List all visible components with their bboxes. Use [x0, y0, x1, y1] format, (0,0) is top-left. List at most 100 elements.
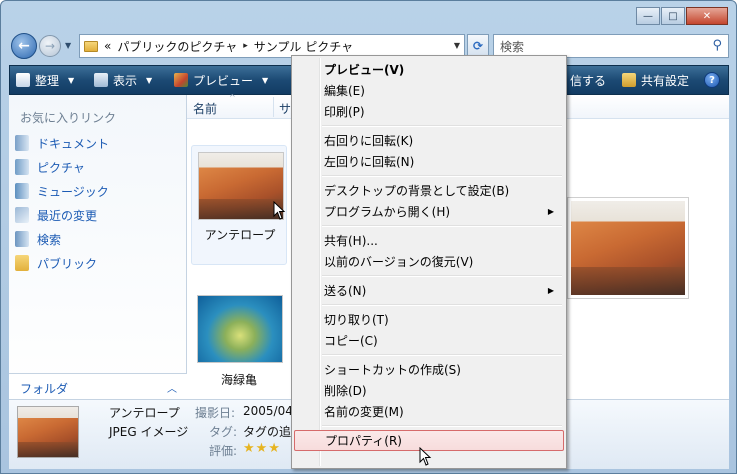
- folders-label: フォルダ: [20, 382, 69, 396]
- submenu-arrow-icon: ▶: [547, 286, 554, 295]
- minimize-button[interactable]: —: [636, 7, 660, 25]
- organize-label: 整理: [35, 73, 60, 88]
- nav-item-label: ドキュメント: [37, 136, 110, 151]
- breadcrumb-sample-pictures[interactable]: サンプル ピクチャ: [254, 38, 353, 55]
- nav-item-label: パブリック: [37, 256, 98, 271]
- menu-item[interactable]: 以前のバージョンの復元(V): [294, 251, 564, 272]
- rating-label: 評価:: [209, 444, 238, 458]
- nav-item-label: 最近の変更: [37, 208, 98, 223]
- nav-item-pictures[interactable]: ピクチャ: [15, 157, 85, 177]
- address-dropdown-icon[interactable]: ▼: [454, 41, 460, 50]
- details-thumbnail: [17, 406, 79, 458]
- menu-item-label: デスクトップの背景として設定(B): [324, 184, 510, 198]
- document-icon: [15, 135, 29, 151]
- preview-thumbnail[interactable]: [567, 197, 689, 299]
- nav-item-label: 検索: [37, 232, 62, 247]
- search-folder-icon: [15, 231, 29, 247]
- menu-item[interactable]: 切り取り(T): [294, 309, 564, 330]
- menu-item[interactable]: ショートカットの作成(S): [294, 359, 564, 380]
- menu-item[interactable]: 名前の変更(M): [294, 401, 564, 422]
- details-name: アンテロープ: [109, 406, 180, 420]
- column-size[interactable]: サ: [279, 100, 291, 117]
- recent-pages-dropdown[interactable]: ▼: [65, 41, 71, 50]
- chevron-up-icon: ︿: [167, 384, 177, 395]
- menu-item[interactable]: 削除(D): [294, 380, 564, 401]
- menu-item[interactable]: 共有(H)...: [294, 230, 564, 251]
- file-name: 海緑亀: [220, 373, 257, 387]
- forward-button[interactable]: →: [39, 35, 61, 57]
- breadcrumb-public-pictures[interactable]: パブリックのピクチャ: [117, 38, 237, 55]
- menu-item-label: プログラムから開く(H): [324, 205, 451, 219]
- menu-item[interactable]: 印刷(P): [294, 101, 564, 122]
- menu-item-label: ショートカットの作成(S): [324, 363, 461, 377]
- close-button[interactable]: ✕: [686, 7, 728, 25]
- preview-button[interactable]: プレビュー ▼: [174, 66, 268, 94]
- nav-item-recent[interactable]: 最近の変更: [15, 205, 97, 225]
- preview-image: [571, 201, 685, 295]
- menu-item-label: 送る(N): [324, 284, 367, 298]
- share-settings-button[interactable]: 共有設定: [622, 66, 689, 94]
- pictures-icon: [15, 159, 29, 175]
- menu-item-label: 左回りに回転(N): [324, 155, 415, 169]
- file-item-sea-turtle[interactable]: 海緑亀: [191, 289, 287, 409]
- back-button[interactable]: ←: [11, 33, 37, 59]
- folders-bar[interactable]: フォルダ ︿: [9, 373, 187, 399]
- preview-icon: [174, 73, 188, 87]
- public-folder-icon: [15, 255, 29, 271]
- organize-icon: [16, 73, 30, 87]
- details-type: JPEG イメージ: [109, 425, 189, 439]
- breadcrumb-separator-icon[interactable]: ▸: [243, 41, 248, 51]
- menu-separator: [322, 125, 562, 127]
- menu-item[interactable]: プレビュー(V): [294, 59, 564, 80]
- column-divider[interactable]: [273, 97, 274, 117]
- nav-item-public[interactable]: パブリック: [15, 253, 97, 273]
- favorite-links-heading: お気に入りリンク: [20, 111, 117, 125]
- menu-item-label: コピー(C): [324, 334, 378, 348]
- nav-item-label: ミュージック: [37, 184, 109, 199]
- nav-item-music[interactable]: ミュージック: [15, 181, 109, 201]
- menu-item[interactable]: コピー(C): [294, 330, 564, 351]
- breadcrumb-overflow[interactable]: «: [104, 39, 111, 53]
- menu-item[interactable]: デスクトップの背景として設定(B): [294, 180, 564, 201]
- nav-item-documents[interactable]: ドキュメント: [15, 133, 109, 153]
- context-menu: プレビュー(V) 編集(E) 印刷(P) 右回りに回転(K) 左回りに回転(N) デスクト…: [291, 55, 567, 469]
- date-value[interactable]: 2005/04/: [243, 404, 297, 418]
- submenu-arrow-icon: ▶: [547, 207, 554, 216]
- date-label: 撮影日:: [195, 406, 236, 420]
- menu-item[interactable]: 編集(E): [294, 80, 564, 101]
- menu-item-label: 右回りに回転(K): [324, 134, 414, 148]
- menu-item-label: プレビュー(V): [324, 63, 405, 77]
- help-icon[interactable]: ?: [704, 72, 720, 88]
- rating-stars[interactable]: ★★★: [243, 441, 281, 456]
- menu-item-label: 名前の変更(M): [324, 405, 404, 419]
- nav-item-search[interactable]: 検索: [15, 229, 61, 249]
- menu-item[interactable]: プログラムから開く(H) ▶: [294, 201, 564, 222]
- tags-label: タグ:: [209, 425, 238, 439]
- search-icon[interactable]: ⚲: [712, 38, 722, 53]
- folder-icon: [84, 40, 98, 52]
- file-name: アンテロープ: [204, 228, 276, 242]
- tags-value[interactable]: タグの追: [243, 423, 291, 440]
- column-name[interactable]: 名前: [193, 100, 217, 117]
- sea-turtle-thumbnail: [197, 295, 283, 363]
- caption-buttons: — □ ✕: [636, 7, 728, 25]
- maximize-button[interactable]: □: [661, 7, 685, 25]
- search-placeholder: 検索: [500, 39, 525, 54]
- chevron-down-icon: ▼: [68, 75, 75, 85]
- menu-item-label: 削除(D): [324, 384, 367, 398]
- share-icon: [622, 73, 636, 87]
- menu-item[interactable]: 右回りに回転(K): [294, 130, 564, 151]
- navigation-pane: お気に入りリンク ドキュメント ピクチャ ミュージック 最近の変更 検索 パブリ…: [9, 95, 187, 399]
- menu-item-label: 共有(H)...: [324, 234, 378, 248]
- view-button[interactable]: 表示 ▼: [94, 66, 152, 94]
- menu-item-label: 編集(E): [324, 84, 365, 98]
- chevron-down-icon: ▼: [146, 75, 153, 85]
- menu-item-label: 以前のバージョンの復元(V): [324, 255, 474, 269]
- menu-item[interactable]: 送る(N) ▶: [294, 280, 564, 301]
- organize-button[interactable]: 整理 ▼: [16, 66, 74, 94]
- menu-item[interactable]: 左回りに回転(N): [294, 151, 564, 172]
- share-partial-button[interactable]: 信する: [570, 66, 606, 94]
- explorer-window: — □ ✕ ← → ▼ « パブリックのピクチャ ▸ サンプル ピクチャ ▼ ⟳…: [0, 0, 737, 474]
- menu-item-label: プロパティ(R): [325, 434, 402, 448]
- menu-separator: [322, 175, 562, 177]
